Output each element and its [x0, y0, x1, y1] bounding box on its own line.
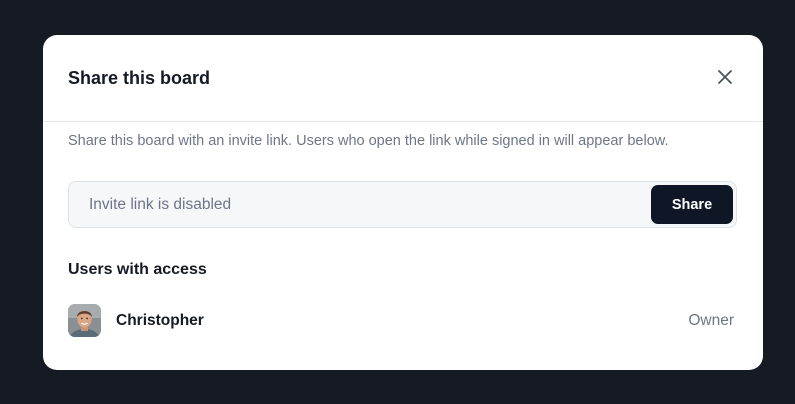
dialog-description: Share this board with an invite link. Us… — [68, 133, 669, 149]
invite-link-status: Invite link is disabled — [89, 196, 232, 213]
users-with-access-heading: Users with access — [68, 261, 207, 278]
close-button[interactable] — [715, 67, 735, 87]
dialog-title: Share this board — [68, 68, 211, 88]
share-button[interactable]: Share — [651, 185, 733, 224]
close-icon — [718, 70, 732, 84]
user-name: Christopher — [116, 312, 204, 329]
user-list-item: Christopher Owner — [68, 304, 734, 337]
avatar — [68, 304, 101, 337]
share-dialog: Share this board Share this board with a… — [43, 35, 763, 370]
user-role: Owner — [688, 312, 734, 329]
invite-link-field: Invite link is disabled Share — [68, 181, 737, 228]
dialog-header: Share this board — [43, 35, 763, 122]
